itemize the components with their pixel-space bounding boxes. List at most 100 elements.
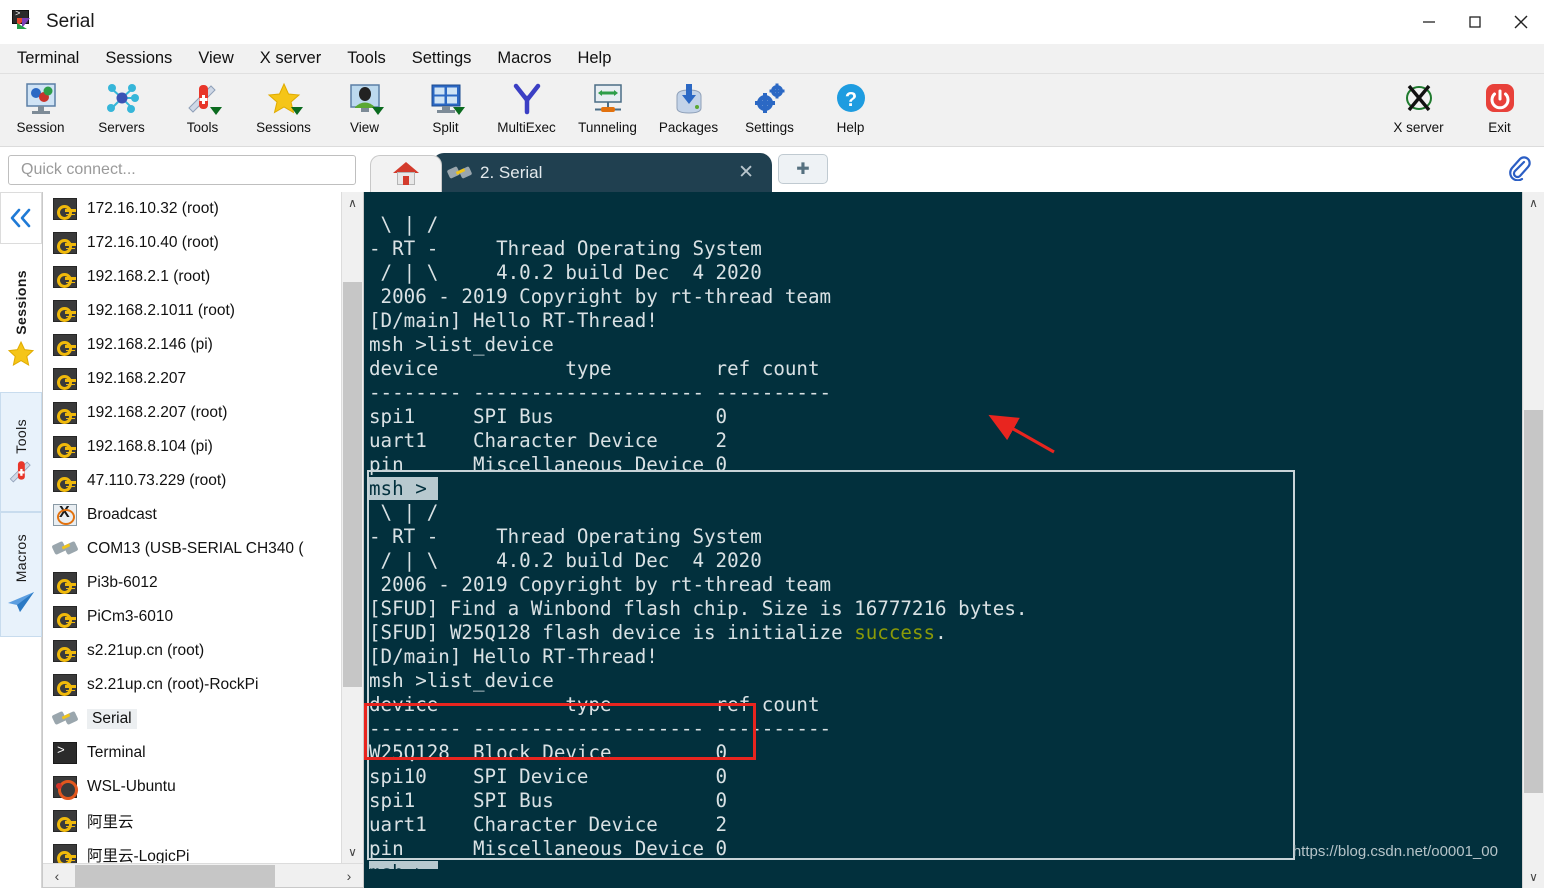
menu-sessions[interactable]: Sessions (92, 46, 185, 71)
toolbar-exit-button[interactable]: Exit (1459, 74, 1540, 144)
scroll-thumb[interactable] (343, 282, 362, 687)
hscroll-thumb[interactable] (75, 864, 275, 887)
sessions-vertical-scrollbar[interactable]: ∧ ∨ (341, 192, 363, 863)
terminal-scroll-down-arrow[interactable]: ∨ (1523, 866, 1544, 888)
toolbar-x-server-button[interactable]: X server (1378, 74, 1459, 144)
list-item[interactable]: 192.168.8.104 (pi) (43, 430, 341, 464)
toolbar-multiexec-button[interactable]: MultiExec (486, 74, 567, 144)
toolbar-sessions-button[interactable]: Sessions (243, 74, 324, 144)
session-label: 192.168.2.1 (root) (87, 268, 211, 285)
scroll-up-arrow[interactable]: ∧ (342, 192, 363, 214)
paperclip-icon[interactable] (1504, 153, 1534, 183)
toolbar-sessions-label: Sessions (256, 120, 311, 135)
side-tab-sessions-label: Sessions (13, 269, 29, 335)
app-logo-icon (12, 9, 36, 34)
toolbar-view-button[interactable]: View (324, 74, 405, 144)
list-item[interactable]: 192.168.2.207 (43, 362, 341, 396)
side-tab-macros[interactable]: Macros (0, 512, 42, 637)
toolbar-help-button[interactable]: ? Help (810, 74, 891, 144)
tab-home[interactable] (370, 155, 442, 192)
menu-help[interactable]: Help (564, 46, 624, 71)
key-icon (53, 810, 77, 832)
menu-macros[interactable]: Macros (484, 46, 564, 71)
title-bar: Serial (0, 0, 1544, 44)
svg-text:?: ? (844, 89, 856, 111)
list-item[interactable]: 192.168.2.207 (root) (43, 396, 341, 430)
plug-icon (51, 538, 79, 560)
toolbar-tunneling-button[interactable]: Tunneling (567, 74, 648, 144)
sessions-list[interactable]: 172.16.10.32 (root) 172.16.10.40 (root) … (43, 192, 341, 863)
toolbar-tools-button[interactable]: Tools (162, 74, 243, 144)
list-item[interactable]: 阿里云 (43, 804, 341, 838)
list-item[interactable]: 47.110.73.229 (root) (43, 464, 341, 498)
x-server-icon (1397, 79, 1441, 119)
list-item[interactable]: COM13 (USB-SERIAL CH340 ( (43, 532, 341, 566)
session-label: 192.168.8.104 (pi) (87, 438, 213, 455)
session-label: 阿里云 (87, 814, 134, 831)
split-grid-icon (424, 79, 468, 119)
list-item[interactable]: 192.168.2.1 (root) (43, 260, 341, 294)
settings-gear-icon (748, 79, 792, 119)
terminal-panel[interactable]: \ | / - RT - Thread Operating System / |… (364, 192, 1544, 888)
list-item[interactable]: PiCm3-6010 (43, 600, 341, 634)
terminal-vertical-scrollbar[interactable]: ∧ ∨ (1522, 192, 1544, 888)
side-tab-rail: Sessions Tools Macros (0, 192, 42, 888)
tools-knife-icon (181, 79, 225, 119)
menu-x-server[interactable]: X server (247, 46, 334, 71)
key-icon (53, 368, 77, 390)
sidebar-collapse-button[interactable] (0, 192, 42, 244)
toolbar-session-button[interactable]: Session (0, 74, 81, 144)
menu-terminal[interactable]: Terminal (4, 46, 92, 71)
menu-tools[interactable]: Tools (334, 46, 399, 71)
quick-connect-placeholder: Quick connect... (21, 160, 136, 178)
tab-serial[interactable]: 2. Serial ✕ (432, 153, 772, 192)
quick-connect-input[interactable]: Quick connect... (8, 154, 356, 185)
sessions-horizontal-scrollbar[interactable]: ‹ › (43, 863, 363, 887)
list-item-selected[interactable]: Serial (43, 702, 341, 736)
window-controls (1406, 0, 1544, 44)
tab-serial-label: 2. Serial (480, 162, 543, 182)
list-item[interactable]: Pi3b-6012 (43, 566, 341, 600)
list-item[interactable]: 172.16.10.32 (root) (43, 192, 341, 226)
toolbar-servers-button[interactable]: Servers (81, 74, 162, 144)
side-tab-sessions[interactable]: Sessions (0, 244, 42, 392)
menu-view[interactable]: View (185, 46, 246, 71)
toolbar-settings-button[interactable]: Settings (729, 74, 810, 144)
toolbar-servers-label: Servers (98, 120, 145, 135)
new-tab-button[interactable]: ✚ (778, 153, 828, 184)
list-item[interactable]: 192.168.2.1011 (root) (43, 294, 341, 328)
list-item[interactable]: 192.168.2.146 (pi) (43, 328, 341, 362)
scroll-down-arrow[interactable]: ∨ (342, 841, 363, 863)
terminal-scroll-up-arrow[interactable]: ∧ (1523, 192, 1544, 214)
list-item[interactable]: 172.16.10.40 (root) (43, 226, 341, 260)
tab-close-icon[interactable]: ✕ (728, 161, 764, 184)
list-item[interactable]: Terminal (43, 736, 341, 770)
session-label: 192.168.2.1011 (root) (87, 302, 235, 319)
list-item[interactable]: s2.21up.cn (root) (43, 634, 341, 668)
list-item[interactable]: Broadcast (43, 498, 341, 532)
terminal-scroll-thumb[interactable] (1524, 410, 1543, 793)
paperplane-icon (8, 591, 34, 612)
plug-icon (51, 708, 79, 730)
side-tab-tools-label: Tools (13, 418, 29, 454)
toolbar-packages-button[interactable]: Packages (648, 74, 729, 144)
menu-bar: Terminal Sessions View X server Tools Se… (0, 44, 1544, 74)
list-item[interactable]: s2.21up.cn (root)-RockPi (43, 668, 341, 702)
maximize-button[interactable] (1452, 0, 1498, 44)
session-label: Terminal (87, 744, 146, 761)
chevron-down-icon (452, 107, 465, 115)
toolbar-split-label: Split (432, 120, 459, 135)
list-item[interactable]: 阿里云-LogicPi (43, 838, 341, 863)
session-label: 192.168.2.207 (root) (87, 404, 228, 421)
scroll-left-arrow[interactable]: ‹ (43, 868, 71, 884)
list-item[interactable]: WSL-Ubuntu (43, 770, 341, 804)
close-button[interactable] (1498, 0, 1544, 44)
toolbar-split-button[interactable]: Split (405, 74, 486, 144)
terminal-icon (53, 742, 77, 764)
terminal-output: \ | / - RT - Thread Operating System / |… (369, 213, 1510, 869)
menu-settings[interactable]: Settings (399, 46, 485, 71)
side-tab-tools[interactable]: Tools (0, 392, 42, 512)
minimize-button[interactable] (1406, 0, 1452, 44)
scroll-right-arrow[interactable]: › (335, 868, 363, 884)
toolbar-packages-label: Packages (658, 120, 719, 135)
